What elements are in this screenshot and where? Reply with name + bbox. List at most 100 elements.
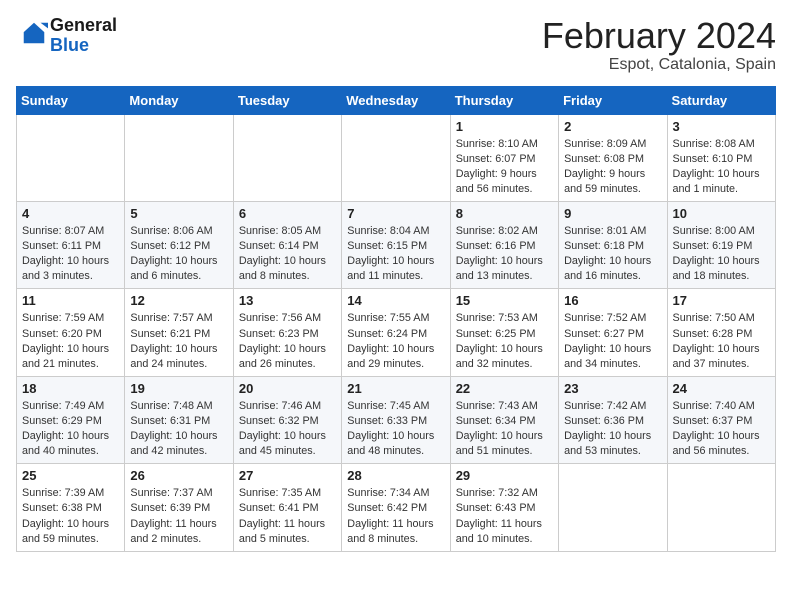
calendar-cell: 10 Sunrise: 8:00 AM Sunset: 6:19 PM Dayli… <box>667 202 775 289</box>
calendar-cell <box>342 114 450 201</box>
day-number: 15 <box>456 293 553 308</box>
calendar-cell <box>559 464 667 551</box>
day-number: 21 <box>347 381 444 396</box>
col-header-sunday: Sunday <box>17 86 125 114</box>
day-number: 3 <box>673 119 770 134</box>
day-info: Sunrise: 7:55 AM Sunset: 6:24 PM Dayligh… <box>347 311 444 371</box>
calendar-cell: 6Sunrise: 8:05 AM Sunset: 6:14 PM Daylig… <box>233 202 341 289</box>
calendar-cell: 18 Sunrise: 7:49 AM Sunset: 6:29 PM Dayli… <box>17 376 125 463</box>
calendar-week-3: 18 Sunrise: 7:49 AM Sunset: 6:29 PM Dayli… <box>17 376 776 463</box>
day-number: 14 <box>347 293 444 308</box>
col-header-thursday: Thursday <box>450 86 558 114</box>
calendar-cell: 17 Sunrise: 7:50 AM Sunset: 6:28 PM Dayli… <box>667 289 775 376</box>
calendar-cell: 7 Sunrise: 8:04 AM Sunset: 6:15 PM Daylig… <box>342 202 450 289</box>
day-number: 29 <box>456 468 553 483</box>
day-number: 4 <box>22 206 119 221</box>
day-info: Sunrise: 7:59 AM Sunset: 6:20 PM Dayligh… <box>22 311 119 371</box>
day-info: Sunrise: 8:05 AM Sunset: 6:14 PM Dayligh… <box>239 224 336 284</box>
calendar-cell: 5 Sunrise: 8:06 AM Sunset: 6:12 PM Daylig… <box>125 202 233 289</box>
calendar-cell: 25Sunrise: 7:39 AM Sunset: 6:38 PM Dayli… <box>17 464 125 551</box>
day-number: 26 <box>130 468 227 483</box>
day-number: 9 <box>564 206 661 221</box>
calendar-cell: 26 Sunrise: 7:37 AM Sunset: 6:39 PM Dayli… <box>125 464 233 551</box>
calendar-week-2: 11 Sunrise: 7:59 AM Sunset: 6:20 PM Dayli… <box>17 289 776 376</box>
day-info: Sunrise: 8:07 AM Sunset: 6:11 PM Dayligh… <box>22 224 119 284</box>
day-info: Sunrise: 7:32 AM Sunset: 6:43 PM Dayligh… <box>456 486 553 546</box>
day-info: Sunrise: 7:45 AM Sunset: 6:33 PM Dayligh… <box>347 399 444 459</box>
calendar-cell: 3 Sunrise: 8:08 AM Sunset: 6:10 PM Daylig… <box>667 114 775 201</box>
calendar-week-1: 4 Sunrise: 8:07 AM Sunset: 6:11 PM Daylig… <box>17 202 776 289</box>
col-header-wednesday: Wednesday <box>342 86 450 114</box>
calendar-cell: 24Sunrise: 7:40 AM Sunset: 6:37 PM Dayli… <box>667 376 775 463</box>
calendar-cell: 11 Sunrise: 7:59 AM Sunset: 6:20 PM Dayli… <box>17 289 125 376</box>
day-info: Sunrise: 7:34 AM Sunset: 6:42 PM Dayligh… <box>347 486 444 546</box>
logo: General Blue <box>16 16 117 56</box>
calendar-cell: 20 Sunrise: 7:46 AM Sunset: 6:32 PM Dayli… <box>233 376 341 463</box>
day-number: 1 <box>456 119 553 134</box>
calendar-cell: 13Sunrise: 7:56 AM Sunset: 6:23 PM Dayli… <box>233 289 341 376</box>
day-number: 16 <box>564 293 661 308</box>
calendar-cell: 2Sunrise: 8:09 AM Sunset: 6:08 PM Daylig… <box>559 114 667 201</box>
calendar-cell: 22Sunrise: 7:43 AM Sunset: 6:34 PM Dayli… <box>450 376 558 463</box>
col-header-saturday: Saturday <box>667 86 775 114</box>
calendar-cell: 23Sunrise: 7:42 AM Sunset: 6:36 PM Dayli… <box>559 376 667 463</box>
day-number: 27 <box>239 468 336 483</box>
day-info: Sunrise: 8:09 AM Sunset: 6:08 PM Dayligh… <box>564 137 661 197</box>
day-info: Sunrise: 7:49 AM Sunset: 6:29 PM Dayligh… <box>22 399 119 459</box>
calendar-cell: 12 Sunrise: 7:57 AM Sunset: 6:21 PM Dayli… <box>125 289 233 376</box>
calendar-cell <box>233 114 341 201</box>
day-info: Sunrise: 7:39 AM Sunset: 6:38 PM Dayligh… <box>22 486 119 546</box>
title-block: February 2024 Espot, Catalonia, Spain <box>542 16 776 74</box>
day-info: Sunrise: 8:08 AM Sunset: 6:10 PM Dayligh… <box>673 137 770 197</box>
calendar-cell: 9 Sunrise: 8:01 AM Sunset: 6:18 PM Daylig… <box>559 202 667 289</box>
day-number: 7 <box>347 206 444 221</box>
day-info: Sunrise: 7:40 AM Sunset: 6:37 PM Dayligh… <box>673 399 770 459</box>
day-number: 28 <box>347 468 444 483</box>
calendar-body: 1 Sunrise: 8:10 AM Sunset: 6:07 PM Daylig… <box>17 114 776 551</box>
col-header-monday: Monday <box>125 86 233 114</box>
day-info: Sunrise: 8:01 AM Sunset: 6:18 PM Dayligh… <box>564 224 661 284</box>
calendar-header: SundayMondayTuesdayWednesdayThursdayFrid… <box>17 86 776 114</box>
calendar-cell: 1 Sunrise: 8:10 AM Sunset: 6:07 PM Daylig… <box>450 114 558 201</box>
day-number: 20 <box>239 381 336 396</box>
day-number: 12 <box>130 293 227 308</box>
calendar-cell: 16Sunrise: 7:52 AM Sunset: 6:27 PM Dayli… <box>559 289 667 376</box>
calendar-cell: 29 Sunrise: 7:32 AM Sunset: 6:43 PM Dayli… <box>450 464 558 551</box>
day-number: 22 <box>456 381 553 396</box>
day-info: Sunrise: 8:10 AM Sunset: 6:07 PM Dayligh… <box>456 137 553 197</box>
day-info: Sunrise: 8:04 AM Sunset: 6:15 PM Dayligh… <box>347 224 444 284</box>
calendar-cell: 15 Sunrise: 7:53 AM Sunset: 6:25 PM Dayli… <box>450 289 558 376</box>
day-info: Sunrise: 7:50 AM Sunset: 6:28 PM Dayligh… <box>673 311 770 371</box>
calendar-cell <box>17 114 125 201</box>
day-info: Sunrise: 7:56 AM Sunset: 6:23 PM Dayligh… <box>239 311 336 371</box>
calendar-cell: 4 Sunrise: 8:07 AM Sunset: 6:11 PM Daylig… <box>17 202 125 289</box>
day-number: 19 <box>130 381 227 396</box>
calendar-cell: 14 Sunrise: 7:55 AM Sunset: 6:24 PM Dayli… <box>342 289 450 376</box>
day-number: 10 <box>673 206 770 221</box>
page-subtitle: Espot, Catalonia, Spain <box>542 56 776 74</box>
day-number: 5 <box>130 206 227 221</box>
day-number: 11 <box>22 293 119 308</box>
day-info: Sunrise: 7:48 AM Sunset: 6:31 PM Dayligh… <box>130 399 227 459</box>
calendar-cell <box>125 114 233 201</box>
calendar-table: SundayMondayTuesdayWednesdayThursdayFrid… <box>16 86 776 552</box>
day-info: Sunrise: 8:02 AM Sunset: 6:16 PM Dayligh… <box>456 224 553 284</box>
day-info: Sunrise: 7:35 AM Sunset: 6:41 PM Dayligh… <box>239 486 336 546</box>
logo-line1: General <box>50 15 117 35</box>
day-info: Sunrise: 8:06 AM Sunset: 6:12 PM Dayligh… <box>130 224 227 284</box>
page-title: February 2024 <box>542 16 776 56</box>
day-info: Sunrise: 7:46 AM Sunset: 6:32 PM Dayligh… <box>239 399 336 459</box>
calendar-cell: 27 Sunrise: 7:35 AM Sunset: 6:41 PM Dayli… <box>233 464 341 551</box>
day-info: Sunrise: 7:57 AM Sunset: 6:21 PM Dayligh… <box>130 311 227 371</box>
calendar-week-0: 1 Sunrise: 8:10 AM Sunset: 6:07 PM Daylig… <box>17 114 776 201</box>
day-info: Sunrise: 7:53 AM Sunset: 6:25 PM Dayligh… <box>456 311 553 371</box>
logo-line2: Blue <box>50 35 89 55</box>
day-info: Sunrise: 8:00 AM Sunset: 6:19 PM Dayligh… <box>673 224 770 284</box>
day-info: Sunrise: 7:37 AM Sunset: 6:39 PM Dayligh… <box>130 486 227 546</box>
day-number: 18 <box>22 381 119 396</box>
day-info: Sunrise: 7:42 AM Sunset: 6:36 PM Dayligh… <box>564 399 661 459</box>
day-number: 8 <box>456 206 553 221</box>
day-number: 17 <box>673 293 770 308</box>
calendar-cell: 21 Sunrise: 7:45 AM Sunset: 6:33 PM Dayli… <box>342 376 450 463</box>
logo-icon <box>20 19 48 47</box>
